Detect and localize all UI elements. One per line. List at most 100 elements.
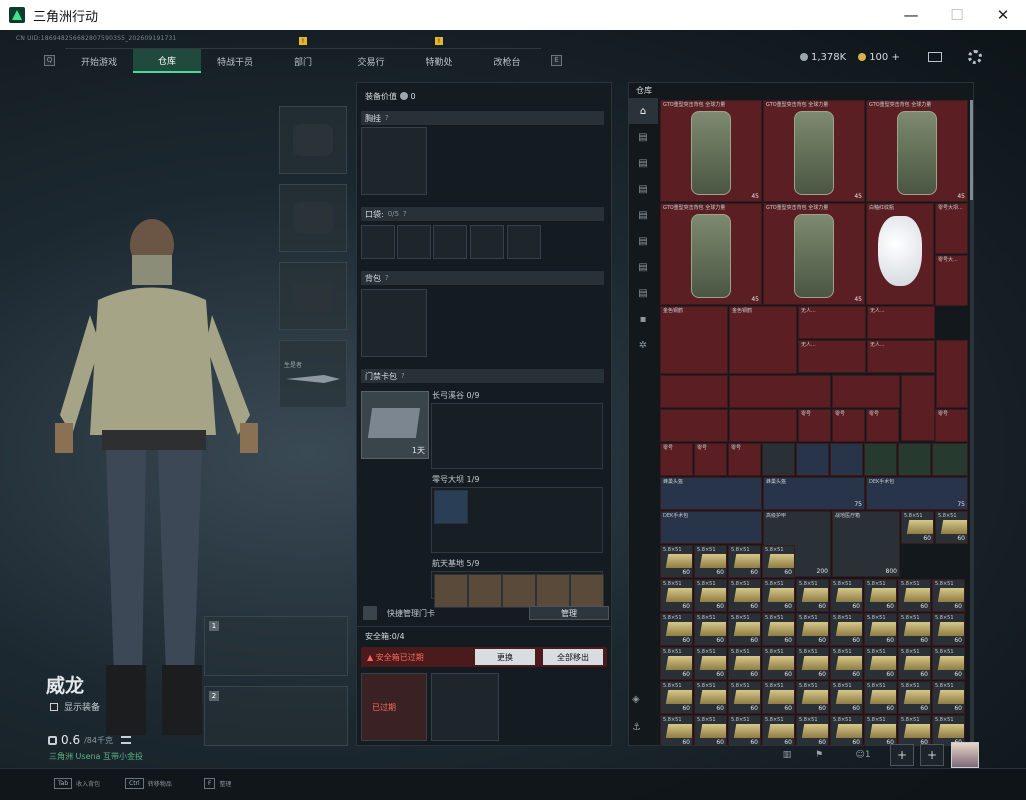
settings-icon[interactable]: ✲ [628, 332, 658, 358]
ammo-box-item[interactable]: 5.8×5160 [864, 613, 897, 646]
card-item[interactable]: 零号 [694, 443, 727, 476]
ammo-box-item[interactable]: 5.8×5160 [864, 579, 897, 612]
layers-icon[interactable]: ◈ [632, 694, 654, 716]
ammo-box-item[interactable]: 5.8×5160 [728, 613, 761, 646]
ammo-box-item[interactable]: 5.8×5160 [796, 613, 829, 646]
warehouse-tab-2[interactable]: ▤ [628, 124, 658, 150]
stats-icon[interactable]: ▥ [776, 744, 798, 766]
ammo-box-item[interactable]: 5.8×5160 [762, 681, 795, 714]
drone-part-item[interactable]: 无人... [798, 306, 866, 339]
primary-weapon-slot-1[interactable]: 1 [204, 616, 348, 676]
tab-start-game[interactable]: 开始游戏 [65, 49, 133, 73]
card-item[interactable]: 零号 [935, 409, 968, 442]
pistol-slot[interactable] [279, 262, 347, 330]
ammo-box-item[interactable]: 5.8×5160 [935, 511, 968, 544]
ammo-box-item[interactable]: 5.8×5160 [932, 579, 965, 612]
figure-item[interactable] [832, 375, 900, 408]
tab-gunsmith[interactable]: 改枪台 [473, 49, 541, 73]
paper-item[interactable] [660, 375, 728, 408]
gold-item[interactable] [729, 375, 831, 408]
gold-currency[interactable]: 100 + [858, 52, 900, 63]
help-icon[interactable]: ? [401, 372, 405, 380]
tab-warehouse[interactable]: 仓库 [133, 49, 201, 73]
ammo-box-item[interactable]: 5.8×5160 [694, 579, 727, 612]
case-item[interactable]: 蜂巢头盔 [660, 477, 762, 510]
help-icon[interactable]: ? [385, 274, 389, 282]
minimize-button[interactable]: — [888, 0, 934, 30]
ammo-box-item[interactable]: 5.8×5160 [728, 681, 761, 714]
pocket-slot[interactable] [470, 225, 504, 259]
card-item[interactable]: 零号 [798, 409, 831, 442]
ammo-box-item[interactable]: 5.8×5160 [660, 647, 693, 680]
maximize-button[interactable]: ☐ [934, 0, 980, 30]
drone-part-item[interactable]: 无人... [798, 340, 866, 373]
ammo-box-item[interactable]: 5.8×5160 [694, 647, 727, 680]
ammo-box-item[interactable]: 5.8×5160 [728, 715, 761, 746]
ammo-box-item[interactable]: 5.8×5160 [932, 647, 965, 680]
figure-item[interactable] [936, 340, 968, 408]
warehouse-tab-6[interactable]: ▤ [628, 228, 658, 254]
ammo-box-item[interactable]: 5.8×5160 [830, 647, 863, 680]
module-item[interactable] [898, 443, 931, 476]
backpack-item[interactable]: GTO重型突击背包 全球力量 45 [763, 203, 865, 305]
card-item[interactable]: 零号 [866, 409, 899, 442]
safe-box-slot[interactable]: 已过期 [361, 673, 427, 741]
warehouse-scrollbar[interactable] [970, 100, 973, 746]
gear-icon[interactable] [967, 50, 982, 64]
ammo-box-item[interactable]: 5.8×5160 [830, 579, 863, 612]
warehouse-tab-8[interactable]: ▤ [628, 280, 658, 306]
lock-icon[interactable]: ▪ [628, 306, 658, 332]
ammo-box-item[interactable]: 5.8×5160 [728, 647, 761, 680]
primary-weapon-slot-2[interactable]: 2 [204, 686, 348, 746]
pocket-slot[interactable] [397, 225, 431, 259]
close-button[interactable]: ✕ [980, 0, 1026, 30]
chest-rig-slot[interactable] [361, 127, 427, 195]
ammo-box-item[interactable]: 5.8×5160 [762, 715, 795, 746]
warehouse-tab-7[interactable]: ▤ [628, 254, 658, 280]
paper-item[interactable]: 零号大坝... [935, 203, 968, 254]
ammo-box-item[interactable]: 5.8×5160 [898, 579, 931, 612]
nav-right-key[interactable]: E [551, 54, 562, 66]
ammo-box-item[interactable]: 5.8×5160 [901, 511, 934, 544]
show-gear-checkbox[interactable] [50, 702, 58, 711]
flag-icon[interactable]: ⚑ [808, 744, 830, 766]
armor-slot[interactable] [279, 184, 347, 252]
ammo-box-item[interactable]: 5.8×5160 [728, 579, 761, 612]
ammo-box-item[interactable]: 5.8×5160 [830, 681, 863, 714]
tab-market[interactable]: 交易行 [337, 49, 405, 73]
tab-operators[interactable]: 特战干员 [201, 49, 269, 73]
nav-left-key[interactable]: Q [44, 54, 55, 66]
manage-button[interactable]: 管理 [529, 606, 609, 620]
gear-item[interactable] [729, 409, 797, 442]
ammo-item[interactable] [932, 443, 968, 476]
replace-button[interactable]: 更换 [475, 649, 535, 665]
ammo-box-item[interactable]: 5.8×5160 [694, 613, 727, 646]
drone-part-item[interactable]: 无人... [867, 306, 935, 339]
ammo-box-item[interactable]: 5.8×5160 [762, 545, 795, 578]
remove-all-button[interactable]: 全部移出 [543, 649, 603, 665]
melee-slot[interactable]: 生是者 [279, 340, 347, 408]
mail-icon[interactable] [927, 52, 942, 62]
pocket-slot[interactable] [361, 225, 395, 259]
ammo-box-item[interactable]: 5.8×5160 [762, 579, 795, 612]
ammo-box-item[interactable]: 5.8×5160 [660, 545, 693, 578]
bronze-crane-item[interactable]: 金色铜鹤 [660, 306, 728, 374]
warehouse-tab-4[interactable]: ▤ [628, 176, 658, 202]
ammo-box-item[interactable]: 5.8×5160 [898, 681, 931, 714]
module-item[interactable] [864, 443, 897, 476]
paper-item[interactable]: 零号大... [935, 255, 968, 306]
case-item[interactable]: DEK手术包 [660, 511, 762, 544]
bronze-crane-item[interactable]: 金色铜鹤 [729, 306, 797, 374]
sort-icon[interactable]: ⚓ [632, 722, 654, 744]
ammo-box-item[interactable]: 5.8×5160 [694, 545, 727, 578]
ammo-box-item[interactable]: 5.8×5160 [762, 613, 795, 646]
backpack-item[interactable]: GTO重型突击背包 全球力量 45 [660, 100, 762, 202]
ammo-box-item[interactable]: 5.8×5160 [796, 681, 829, 714]
figure-item[interactable] [901, 375, 935, 441]
rod-item[interactable] [830, 443, 863, 476]
gear-item[interactable] [660, 409, 728, 442]
ammo-box-item[interactable]: 5.8×5160 [830, 715, 863, 746]
backpack-item[interactable]: GTO重型突击背包 全球力量 45 [660, 203, 762, 305]
add-friend-button[interactable]: + [890, 744, 914, 766]
card-item[interactable]: 零号 [832, 409, 865, 442]
